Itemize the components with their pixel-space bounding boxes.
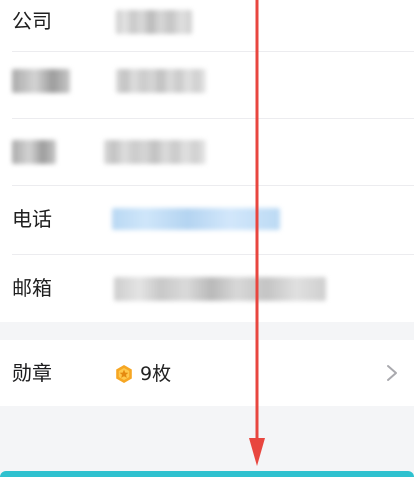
chevron-right-icon <box>387 365 397 381</box>
bottom-action-bar-edge[interactable] <box>0 471 414 477</box>
medal-icon <box>116 365 132 383</box>
company-row[interactable]: 公司 <box>0 4 414 50</box>
email-value-redacted <box>114 277 326 301</box>
phone-row[interactable]: 电话 <box>0 186 414 254</box>
redacted-value-1 <box>116 69 206 93</box>
redacted-label-2 <box>12 140 56 164</box>
redacted-label-1 <box>12 69 70 93</box>
phone-label: 电话 <box>12 207 52 231</box>
redacted-value-2 <box>104 140 206 164</box>
profile-info-card: 公司 电话 邮箱 <box>0 0 414 322</box>
medal-count: 9枚 <box>140 363 172 385</box>
company-label: 公司 <box>12 9 52 33</box>
email-row[interactable]: 邮箱 <box>0 255 414 321</box>
email-label: 邮箱 <box>12 276 52 300</box>
medal-label: 勋章 <box>12 361 52 385</box>
medal-row[interactable]: 勋章 9枚 <box>0 340 414 406</box>
phone-value-redacted <box>112 208 280 230</box>
redacted-row-1[interactable] <box>0 52 414 118</box>
company-value-redacted <box>116 10 192 34</box>
redacted-row-2[interactable] <box>0 119 414 185</box>
